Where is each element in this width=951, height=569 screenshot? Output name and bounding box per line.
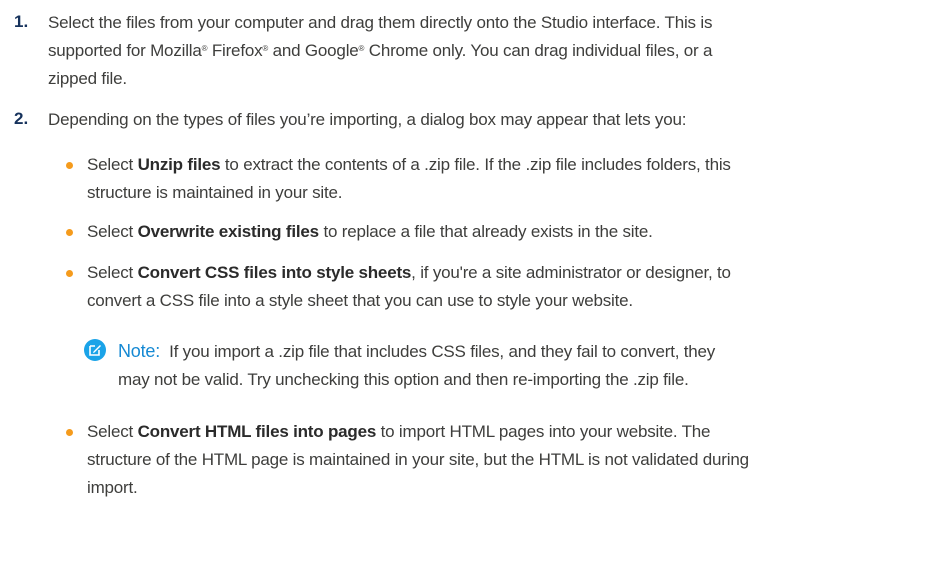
bullet-dot xyxy=(66,162,73,169)
option-name: Overwrite existing files xyxy=(137,222,320,241)
note-edit-icon xyxy=(84,339,106,361)
step-number: 1. xyxy=(14,12,29,31)
list-item-line: import. xyxy=(87,474,937,502)
list-item-line: structure of the HTML page is maintained… xyxy=(87,446,937,474)
option-name: Unzip files xyxy=(137,155,221,174)
registered-mark: ® xyxy=(262,44,269,53)
text-run: may not be valid. Try unchecking this op… xyxy=(118,370,689,389)
text-run: Select xyxy=(87,263,138,282)
bullet-dot xyxy=(66,270,73,277)
bullet-dot xyxy=(66,429,73,436)
step-line-text: Select the files from your computer and … xyxy=(48,13,713,32)
note-text: Note: If you import a .zip file that inc… xyxy=(118,337,938,394)
registered-mark: ® xyxy=(358,44,365,53)
document-page: 1. Select the files from your computer a… xyxy=(0,0,951,569)
list-item-text: Select Overwrite existing files to repla… xyxy=(87,218,937,246)
text-run: If you import a .zip file that includes … xyxy=(169,342,716,361)
note-line: may not be valid. Try unchecking this op… xyxy=(118,366,938,394)
option-name: Convert CSS files into style sheets xyxy=(137,263,412,282)
list-item-text: Select Convert HTML files into pages to … xyxy=(87,418,937,502)
text-run: , if you're a site administrator or desi… xyxy=(411,263,731,282)
note-line: Note: If you import a .zip file that inc… xyxy=(118,337,938,366)
step-text: Select the files from your computer and … xyxy=(48,9,928,93)
text-run: structure of the HTML page is maintained… xyxy=(87,450,749,469)
step-line-text: Depending on the types of files you’re i… xyxy=(48,110,687,129)
list-item-line: Select Overwrite existing files to repla… xyxy=(87,218,937,246)
text-run: Select xyxy=(87,222,138,241)
step-line-text: Chrome only. You can drag individual fil… xyxy=(364,41,713,60)
step-line: Select the files from your computer and … xyxy=(48,9,928,37)
list-item-line: Select Convert CSS files into style shee… xyxy=(87,259,937,287)
text-run: import. xyxy=(87,478,138,497)
step-line-text: supported for Mozilla xyxy=(48,41,202,60)
step-text: Depending on the types of files you’re i… xyxy=(48,106,928,134)
list-item-line: Select Unzip files to extract the conten… xyxy=(87,151,937,179)
text-run: Select xyxy=(87,422,138,441)
text-run: to replace a file that already exists in… xyxy=(318,222,653,241)
text-run: structure is maintained in your site. xyxy=(87,183,343,202)
note-label: Note: xyxy=(118,341,161,361)
list-item-line: convert a CSS file into a style sheet th… xyxy=(87,287,937,315)
text-run: Select xyxy=(87,155,138,174)
registered-mark: ® xyxy=(201,44,208,53)
step-number: 2. xyxy=(14,109,29,128)
step-line: supported for Mozilla® Firefox® and Goog… xyxy=(48,37,928,65)
list-item-line: Select Convert HTML files into pages to … xyxy=(87,418,937,446)
step-line-text: and Google xyxy=(268,41,359,60)
text-run: to extract the contents of a .zip file. … xyxy=(220,155,731,174)
bullet-dot xyxy=(66,229,73,236)
list-item-text: Select Unzip files to extract the conten… xyxy=(87,151,937,207)
option-name: Convert HTML files into pages xyxy=(137,422,377,441)
list-item-text: Select Convert CSS files into style shee… xyxy=(87,259,937,315)
text-run: to import HTML pages into your website. … xyxy=(376,422,711,441)
step-line: zipped file. xyxy=(48,65,928,93)
step-line-text: Firefox xyxy=(207,41,263,60)
step-line-text: zipped file. xyxy=(48,69,127,88)
text-run: convert a CSS file into a style sheet th… xyxy=(87,291,633,310)
list-item-line: structure is maintained in your site. xyxy=(87,179,937,207)
